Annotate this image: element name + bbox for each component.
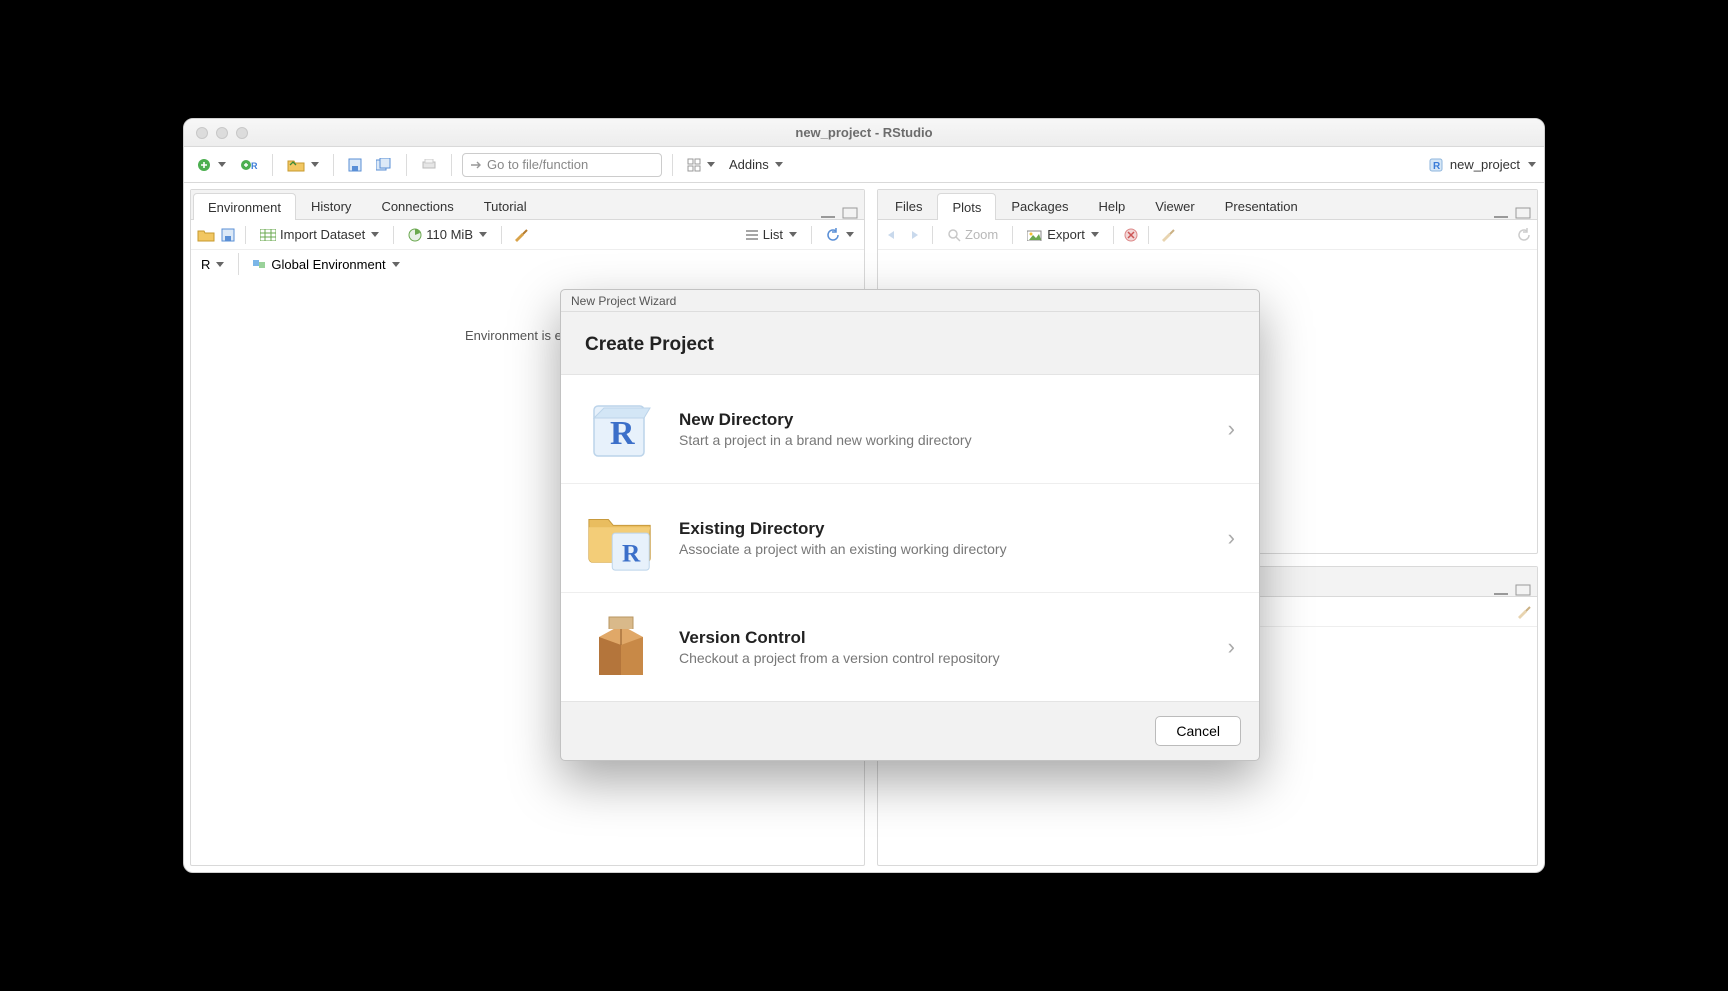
grid-button[interactable] — [683, 156, 719, 174]
modal-header: Create Project — [561, 312, 1259, 374]
modal-footer: Cancel — [561, 702, 1259, 760]
option-desc: Start a project in a brand new working d… — [679, 432, 1206, 448]
svg-text:R: R — [251, 161, 258, 171]
minimize-pane-icon[interactable] — [1493, 207, 1509, 219]
memory-usage[interactable]: 110 MiB — [404, 225, 491, 244]
svg-text:R: R — [622, 539, 641, 567]
tab-plots[interactable]: Plots — [937, 193, 996, 220]
package-box-icon — [585, 611, 657, 683]
cancel-button[interactable]: Cancel — [1155, 716, 1241, 746]
project-menu[interactable]: R new_project — [1428, 157, 1536, 173]
load-workspace-icon[interactable] — [197, 228, 215, 242]
save-all-button[interactable] — [372, 156, 396, 174]
plots-toolbar: Zoom Export — [878, 220, 1537, 250]
window-title: new_project - RStudio — [184, 125, 1544, 140]
new-file-button[interactable] — [192, 155, 230, 175]
tab-files[interactable]: Files — [880, 192, 937, 219]
scope-r-button[interactable]: R — [197, 255, 228, 274]
environment-scope: R Global Environment — [191, 250, 864, 278]
save-workspace-icon[interactable] — [221, 228, 235, 242]
option-title: New Directory — [679, 410, 1206, 430]
svg-text:R: R — [1433, 161, 1441, 172]
tab-history[interactable]: History — [296, 192, 366, 219]
tab-packages[interactable]: Packages — [996, 192, 1083, 219]
rstudio-window: new_project - RStudio R Go to file/fu — [183, 118, 1545, 873]
folder-r-icon: R — [585, 502, 657, 574]
back-arrow-icon[interactable] — [884, 229, 900, 241]
goto-placeholder: Go to file/function — [487, 157, 588, 172]
remove-plot-icon[interactable] — [1124, 228, 1138, 242]
option-title: Version Control — [679, 628, 1206, 648]
project-options: R New Directory Start a project in a bra… — [561, 374, 1259, 702]
restore-pane-icon[interactable] — [1515, 207, 1531, 219]
goto-file-input[interactable]: Go to file/function — [462, 153, 662, 177]
r-cube-icon: R — [585, 393, 657, 465]
clear-plots-broom-icon[interactable] — [1159, 227, 1175, 243]
option-title: Existing Directory — [679, 519, 1206, 539]
tab-tutorial[interactable]: Tutorial — [469, 192, 542, 219]
broom-icon[interactable] — [1515, 604, 1531, 620]
new-project-button[interactable]: R — [236, 155, 262, 175]
option-new-directory[interactable]: R New Directory Start a project in a bra… — [561, 375, 1259, 484]
save-button[interactable] — [344, 156, 366, 174]
tab-help[interactable]: Help — [1083, 192, 1140, 219]
titlebar: new_project - RStudio — [184, 119, 1544, 147]
forward-arrow-icon[interactable] — [906, 229, 922, 241]
option-existing-directory[interactable]: R Existing Directory Associate a project… — [561, 484, 1259, 593]
chevron-right-icon: › — [1228, 634, 1235, 660]
tab-presentation[interactable]: Presentation — [1210, 192, 1313, 219]
restore-pane-icon[interactable] — [842, 207, 858, 219]
option-desc: Associate a project with an existing wor… — [679, 541, 1206, 557]
restore-pane-icon[interactable] — [1515, 584, 1531, 596]
svg-text:R: R — [610, 415, 635, 452]
tab-viewer[interactable]: Viewer — [1140, 192, 1210, 219]
tab-environment[interactable]: Environment — [193, 193, 296, 220]
modal-titlebar: New Project Wizard — [561, 290, 1259, 312]
import-dataset-button[interactable]: Import Dataset — [256, 225, 383, 244]
print-button[interactable] — [417, 157, 441, 173]
chevron-right-icon: › — [1228, 525, 1235, 551]
open-file-button[interactable] — [283, 156, 323, 174]
broom-icon[interactable] — [512, 227, 528, 243]
addins-menu[interactable]: Addins — [725, 155, 787, 174]
environment-toolbar: Import Dataset 110 MiB List — [191, 220, 864, 250]
scope-env-button[interactable]: Global Environment — [249, 255, 403, 274]
main-toolbar: R Go to file/function Addins — [184, 147, 1544, 183]
refresh-button[interactable] — [822, 226, 858, 244]
zoom-button[interactable]: Zoom — [943, 225, 1002, 244]
minimize-pane-icon[interactable] — [1493, 584, 1509, 596]
view-mode-button[interactable]: List — [741, 225, 801, 244]
option-version-control[interactable]: Version Control Checkout a project from … — [561, 593, 1259, 701]
new-project-wizard: New Project Wizard Create Project R New … — [560, 289, 1260, 761]
right-top-tabs: Files Plots Packages Help Viewer Present… — [878, 190, 1537, 220]
option-desc: Checkout a project from a version contro… — [679, 650, 1206, 666]
export-button[interactable]: Export — [1023, 225, 1103, 244]
chevron-right-icon: › — [1228, 416, 1235, 442]
minimize-pane-icon[interactable] — [820, 207, 836, 219]
tab-connections[interactable]: Connections — [366, 192, 468, 219]
refresh-plots-icon[interactable] — [1517, 228, 1531, 242]
left-tabs: Environment History Connections Tutorial — [191, 190, 864, 220]
